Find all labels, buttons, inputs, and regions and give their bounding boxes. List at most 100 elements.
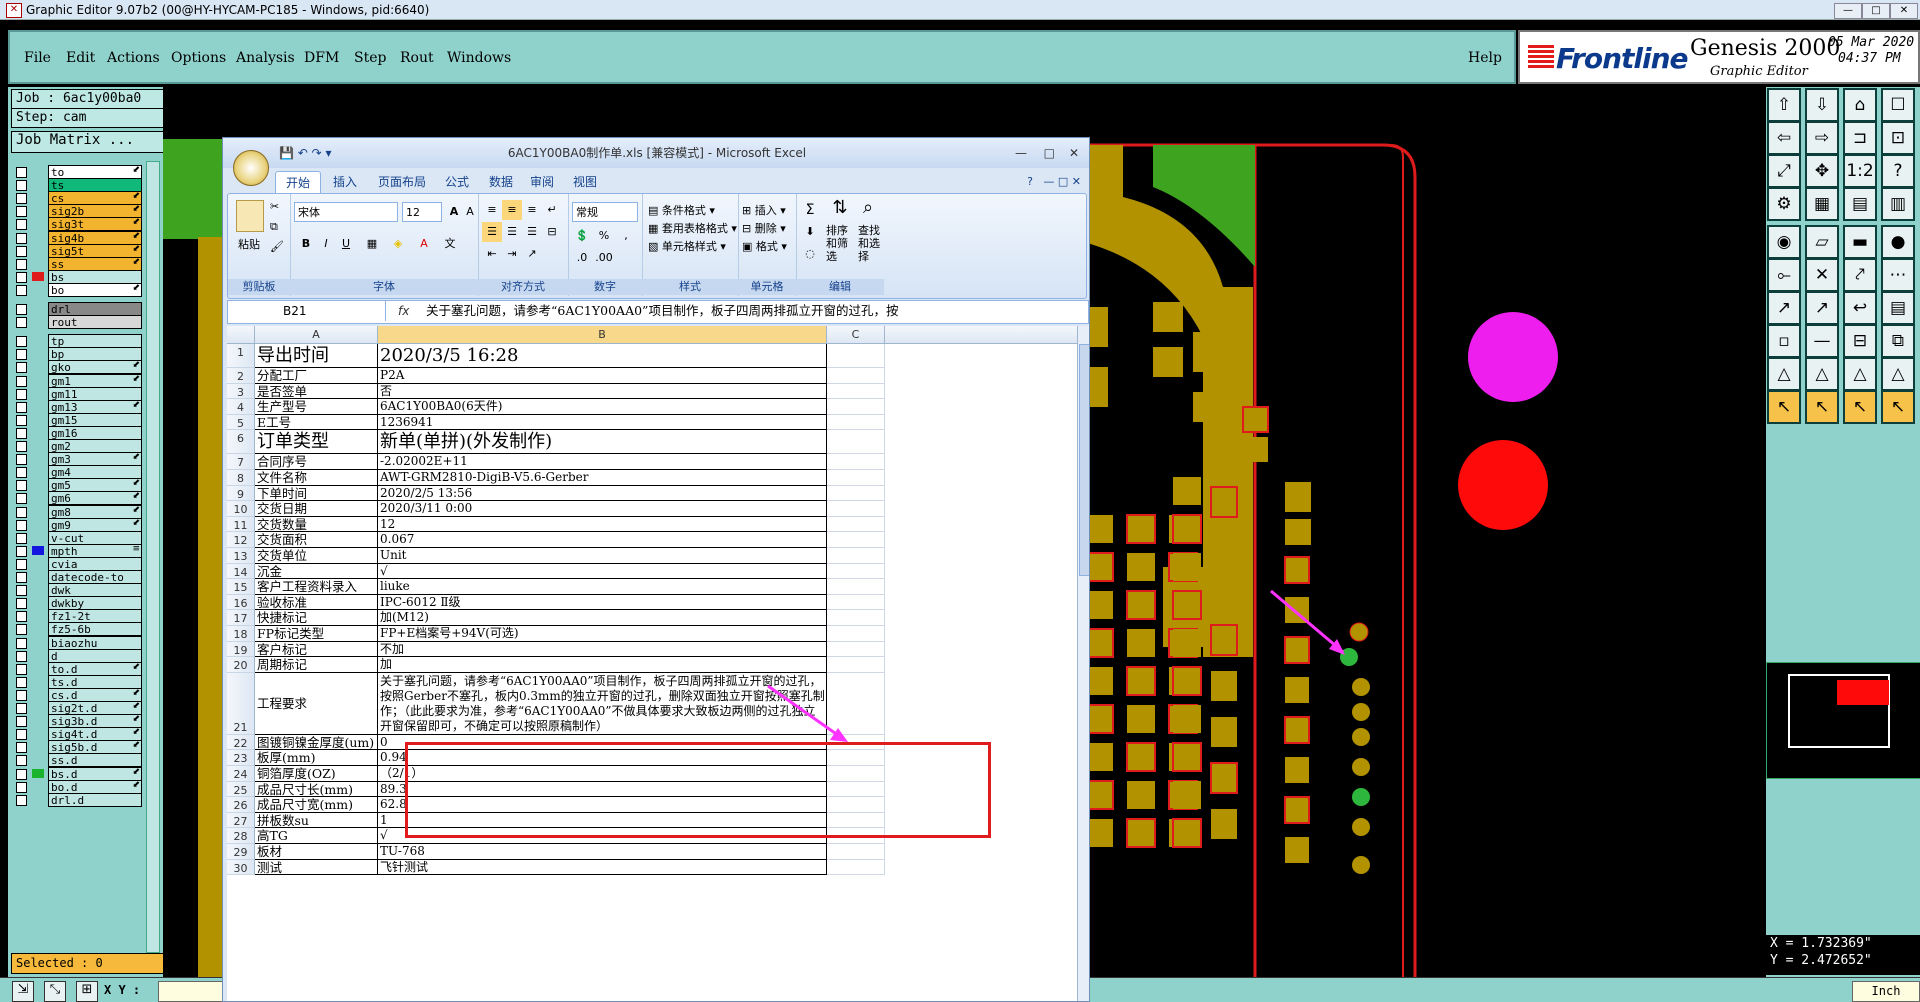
- cell-c[interactable]: [827, 344, 885, 368]
- tool-button-icon[interactable]: ◉: [1767, 225, 1801, 259]
- layer-row[interactable]: gm3 ⬋: [12, 452, 142, 467]
- layer-checkbox[interactable]: [16, 454, 27, 466]
- layer-name[interactable]: cvia: [48, 556, 142, 571]
- layer-row[interactable]: gm8 ⬋: [12, 504, 142, 519]
- minimize-button[interactable]: —: [1834, 3, 1862, 19]
- layer-name[interactable]: v-cut: [48, 530, 142, 545]
- align-bottom-icon[interactable]: ≡: [522, 200, 542, 220]
- cell-c[interactable]: [827, 641, 885, 658]
- layer-name[interactable]: ss.d: [48, 753, 142, 768]
- layer-checkbox[interactable]: [16, 493, 27, 505]
- layer-name[interactable]: tp: [48, 334, 142, 349]
- menu-edit[interactable]: Edit: [66, 50, 95, 66]
- row-header[interactable]: 15: [227, 579, 255, 595]
- layer-row[interactable]: fz5-6b: [12, 622, 142, 637]
- cell-b[interactable]: 新单(单拼)(外发制作): [378, 430, 827, 455]
- layer-checkbox[interactable]: [16, 781, 27, 793]
- cell-c[interactable]: [827, 532, 885, 548]
- layer-name[interactable]: gm11: [48, 386, 142, 401]
- tool-button-icon[interactable]: ⚙: [1767, 187, 1801, 221]
- layer-name[interactable]: gm3: [48, 452, 142, 467]
- menu-file[interactable]: File: [24, 50, 51, 66]
- paste-icon[interactable]: [236, 200, 264, 232]
- tool-button-icon[interactable]: —: [1805, 324, 1839, 358]
- layer-row[interactable]: drl.d: [12, 792, 142, 807]
- layer-name[interactable]: sig4t.d: [48, 727, 142, 742]
- cell-c[interactable]: [827, 626, 885, 642]
- layer-row[interactable]: bs.d ⬋: [12, 766, 142, 781]
- cell-a[interactable]: 生产型号: [255, 399, 378, 415]
- cell-b[interactable]: 加: [378, 657, 827, 673]
- ribbon-tab[interactable]: 数据: [479, 171, 523, 193]
- cell-c[interactable]: [827, 368, 885, 384]
- number-format-select[interactable]: 常规: [572, 202, 638, 222]
- layer-row[interactable]: drl: [12, 302, 142, 316]
- row-header[interactable]: 25: [227, 781, 255, 798]
- layer-name[interactable]: gm6: [48, 491, 142, 506]
- grid-tool-icon[interactable]: ⊞: [76, 981, 98, 1002]
- cell-b[interactable]: 12: [378, 516, 827, 533]
- layer-name[interactable]: gm2: [48, 439, 142, 453]
- layer-checkbox[interactable]: [16, 375, 27, 387]
- cell-a[interactable]: 成品尺寸宽(mm): [255, 797, 378, 813]
- cell-c[interactable]: [827, 399, 885, 415]
- align-top-icon[interactable]: ≡: [482, 200, 502, 220]
- merge-icon[interactable]: ⊟: [542, 222, 562, 242]
- row-header[interactable]: 17: [227, 610, 255, 626]
- format-painter-icon[interactable]: 🖌: [270, 240, 284, 253]
- format-cells-button[interactable]: ▣ 格式 ▾: [742, 238, 787, 254]
- excel-close-button[interactable]: ✕: [1069, 138, 1079, 168]
- cell-a[interactable]: 成品尺寸长(mm): [255, 781, 378, 798]
- layer-row[interactable]: to.d ⬋: [12, 661, 142, 676]
- cell-a[interactable]: 是否签单: [255, 383, 378, 400]
- font-name-select[interactable]: 宋体: [294, 202, 398, 222]
- job-field[interactable]: Job : 6ac1y00ba0: [11, 89, 165, 109]
- ribbon-tab[interactable]: 页面布局: [368, 171, 436, 193]
- layer-row[interactable]: fz1-2t: [12, 609, 142, 624]
- cut-icon[interactable]: ✂: [270, 200, 279, 213]
- tool-button-icon[interactable]: ▤: [1843, 187, 1877, 221]
- orientation-icon[interactable]: ↗: [522, 244, 542, 264]
- menu-help[interactable]: Help: [1468, 50, 1502, 66]
- ribbon-tab[interactable]: 审阅: [520, 171, 564, 193]
- overview-map[interactable]: [1766, 662, 1920, 779]
- cell-a[interactable]: 快捷标记: [255, 610, 378, 626]
- cell-a[interactable]: 交货日期: [255, 501, 378, 517]
- cell-b[interactable]: AWT-GRM2810-DigiB-V5.6-Gerber: [378, 470, 827, 486]
- layer-row[interactable]: bs: [12, 269, 142, 284]
- excel-minimize-button[interactable]: —: [1015, 138, 1027, 168]
- layer-row[interactable]: rout: [12, 315, 142, 330]
- phonetic-icon[interactable]: 文: [440, 234, 460, 254]
- tool-button-icon[interactable]: △: [1881, 357, 1915, 391]
- layer-name[interactable]: bo: [48, 282, 142, 297]
- cell-b[interactable]: TU-768: [378, 844, 827, 860]
- layer-name[interactable]: gm5: [48, 478, 142, 493]
- cell-a[interactable]: 合同序号: [255, 454, 378, 470]
- decrease-decimal-icon[interactable]: .00: [594, 248, 614, 268]
- layer-name[interactable]: sig4b: [48, 230, 142, 245]
- cell-b[interactable]: 1236941: [378, 414, 827, 431]
- layer-row[interactable]: sig5b.d ⬋: [12, 740, 142, 755]
- layer-row[interactable]: cvia: [12, 556, 142, 571]
- cell-b[interactable]: IPC-6012 Ⅱ级: [378, 594, 827, 611]
- cell-c[interactable]: [827, 594, 885, 611]
- cell-b[interactable]: -2.02002E+11: [378, 454, 827, 470]
- layer-checkbox[interactable]: [16, 232, 27, 244]
- excel-scroll-thumb[interactable]: [1079, 344, 1089, 576]
- row-header[interactable]: 2: [227, 368, 255, 384]
- layer-name[interactable]: ts.d: [48, 674, 142, 689]
- menu-dfm[interactable]: DFM: [304, 50, 339, 66]
- cell-b[interactable]: 6AC1Y00BA0(6天件): [378, 399, 827, 415]
- fill-icon[interactable]: ⬇: [800, 222, 820, 242]
- layer-row[interactable]: to ⬋: [12, 165, 142, 179]
- cell-c[interactable]: [827, 501, 885, 517]
- cell-a[interactable]: 高TG: [255, 828, 378, 844]
- step-field[interactable]: Step: cam: [11, 108, 165, 128]
- excel-restore-button[interactable]: □: [1044, 138, 1055, 168]
- layer-name[interactable]: ss: [48, 256, 142, 271]
- layer-checkbox[interactable]: [16, 794, 27, 806]
- layer-name[interactable]: bs.d: [48, 766, 142, 781]
- cell-b[interactable]: 2020/3/5 16:28: [378, 344, 827, 368]
- cell-a[interactable]: 铜箔厚度(OZ): [255, 766, 378, 782]
- office-button[interactable]: [233, 150, 269, 186]
